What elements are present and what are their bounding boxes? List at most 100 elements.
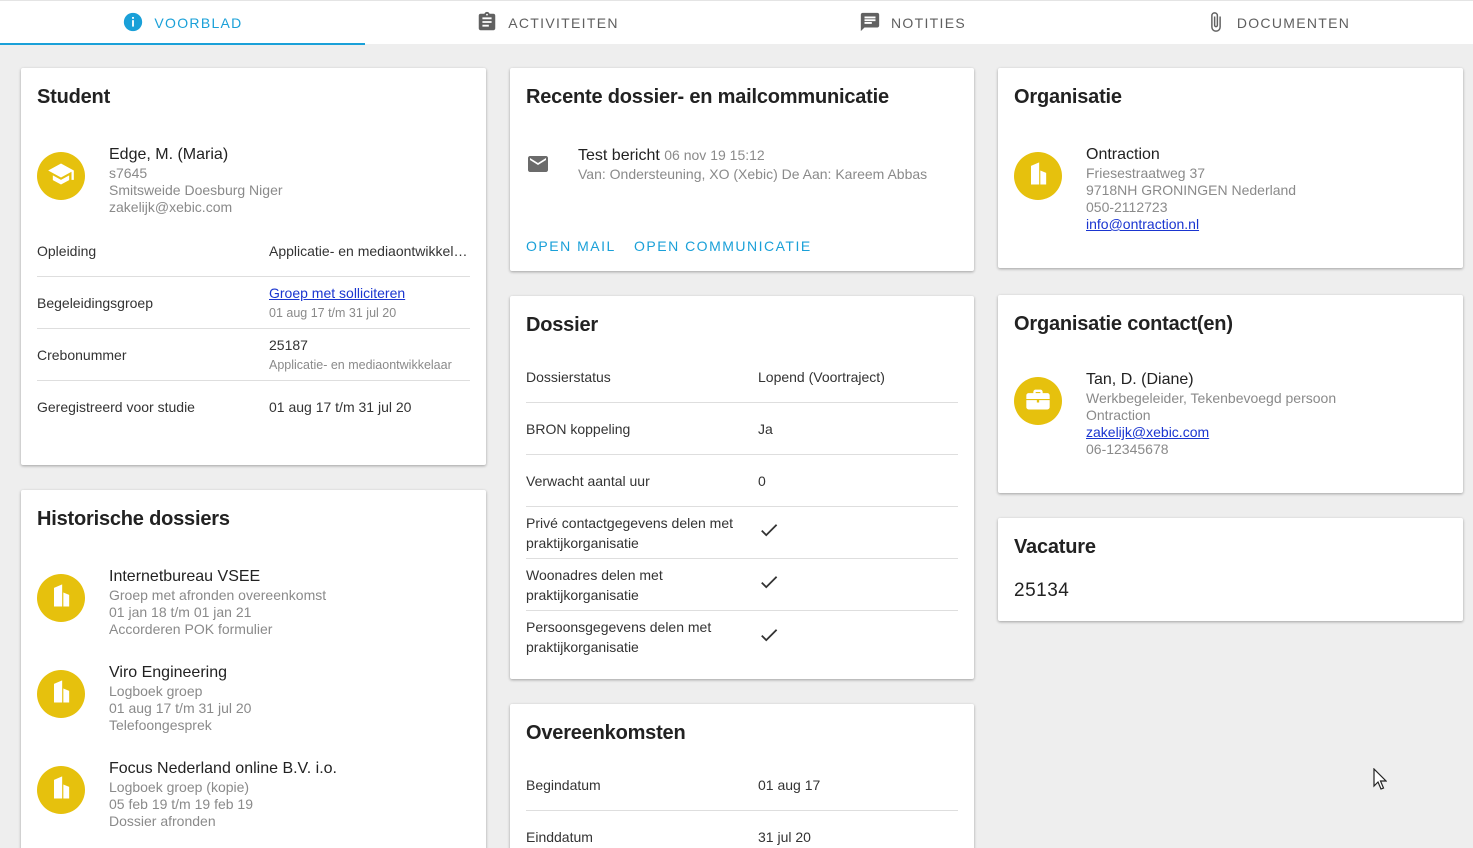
card-title: Student	[37, 86, 111, 108]
graduation-cap-icon	[47, 160, 75, 193]
card-title: Overeenkomsten	[526, 722, 686, 744]
student-row-geregistreerd: Geregistreerd voor studie 01 aug 17 t/m …	[37, 381, 470, 433]
organisation-info: Ontraction Friesestraatweg 37 9718NH GRO…	[1086, 145, 1296, 233]
dossier-card: Dossier Dossierstatus Lopend (Voortrajec…	[510, 296, 974, 679]
row-label: Verwacht aantal uur	[526, 472, 650, 489]
student-card: Student Edge, M. (Maria) s7645 Smitsweid…	[21, 68, 486, 465]
dossier-row-persoonsgegevens: Persoonsgegevens delen met praktijkorgan…	[526, 611, 958, 663]
agreement-row-begindatum: Begindatum 01 aug 17	[526, 759, 958, 811]
agreements-card: Overeenkomsten Begindatum 01 aug 17 Eind…	[510, 704, 974, 848]
history-line: Telefoongesprek	[109, 717, 212, 733]
student-row-crebonummer: Crebonummer 25187 Applicatie- en mediaon…	[37, 329, 470, 381]
row-label: Einddatum	[526, 829, 593, 845]
message-date: 06 nov 19 15:12	[664, 147, 765, 163]
history-avatar[interactable]	[37, 574, 85, 622]
row-value: Groep met solliciteren 01 aug 17 t/m 31 …	[269, 283, 470, 323]
paperclip-icon	[1205, 11, 1227, 36]
organisation-email-link[interactable]: info@ontraction.nl	[1086, 216, 1199, 232]
info-icon	[122, 11, 144, 36]
history-line: 01 aug 17 t/m 31 jul 20	[109, 700, 252, 716]
row-value: Ja	[758, 420, 773, 437]
student-avatar	[37, 152, 85, 200]
row-label: Persoonsgegevens delen met praktijkorgan…	[526, 619, 712, 655]
card-title: Organisatie contact(en)	[1014, 313, 1233, 335]
history-item[interactable]: Internetbureau VSEE Groep met afronden o…	[109, 567, 326, 638]
crebo-number: 25187	[269, 336, 308, 353]
row-label: Crebonummer	[37, 346, 127, 363]
row-label: Geregistreerd voor studie	[37, 399, 195, 415]
vacancy-card: Vacature 25134	[998, 518, 1463, 621]
message-item[interactable]: Test bericht 06 nov 19 15:12 Van: Onders…	[578, 145, 927, 183]
history-line: 05 feb 19 t/m 19 feb 19	[109, 796, 253, 812]
row-label: BRON koppeling	[526, 420, 631, 437]
message-from: Van: Ondersteuning, XO (Xebic) De Aan: K…	[578, 166, 928, 182]
dossier-row-woonadres: Woonadres delen met praktijkorganisatie	[526, 559, 958, 611]
tab-notities[interactable]: Notities	[730, 1, 1095, 45]
mouse-cursor-icon	[1373, 767, 1388, 795]
student-row-begeleidingsgroep: Begeleidingsgroep Groep met solliciteren…	[37, 277, 470, 329]
row-label: Woonadres delen met praktijkorganisatie	[526, 566, 663, 603]
check-icon	[758, 571, 958, 598]
row-value: 25187 Applicatie- en mediaontwikkelaar	[269, 335, 470, 375]
history-line: Accorderen POK formulier	[109, 621, 273, 637]
row-sub: Applicatie- en mediaontwikkelaar	[269, 357, 452, 372]
history-line: Groep met afronden overeenkomst	[109, 587, 327, 603]
tab-label: Documenten	[1236, 15, 1351, 31]
contact-name: Tan, D. (Diane)	[1086, 371, 1194, 388]
card-title: Historische dossiers	[37, 508, 230, 530]
student-address: Smitsweide Doesburg Niger	[109, 182, 283, 198]
contact-email-link[interactable]: zakelijk@xebic.com	[1086, 424, 1209, 440]
contact-role: Werkbegeleider, Tekenbevoegd persoon	[1086, 390, 1337, 406]
card-title: Dossier	[526, 314, 598, 336]
student-info: Edge, M. (Maria) s7645 Smitsweide Doesbu…	[109, 145, 283, 216]
contact-card: Organisatie contact(en) Tan, D. (Diane) …	[998, 295, 1463, 493]
building-icon	[47, 582, 75, 615]
organisation-city: 9718NH GRONINGEN Nederland	[1086, 182, 1297, 198]
open-communicatie-button[interactable]: Open communicatie	[634, 238, 812, 254]
mail-icon	[526, 152, 550, 181]
history-avatar[interactable]	[37, 670, 85, 718]
building-icon	[1024, 160, 1052, 193]
row-value: Lopend (Voortraject)	[758, 368, 885, 385]
group-link[interactable]: Groep met solliciteren	[269, 285, 405, 301]
tab-label: Notities	[891, 15, 966, 31]
notes-icon	[859, 11, 881, 36]
history-name: Focus Nederland online B.V. i.o.	[109, 760, 337, 777]
check-icon	[758, 519, 958, 546]
history-line: Logboek groep (kopie)	[109, 779, 250, 795]
message-subject: Test bericht	[578, 147, 660, 164]
history-line: Dossier afronden	[109, 813, 216, 829]
clipboard-icon	[476, 11, 498, 36]
history-line: Logboek groep	[109, 683, 203, 699]
contact-avatar	[1014, 377, 1062, 425]
dossier-row-uren: Verwacht aantal uur 0	[526, 455, 958, 507]
history-avatar[interactable]	[37, 766, 85, 814]
history-name: Internetbureau VSEE	[109, 568, 261, 585]
row-label: Begeleidingsgroep	[37, 294, 153, 311]
card-title: Vacature	[1014, 536, 1096, 558]
history-name: Viro Engineering	[109, 664, 228, 681]
open-mail-button[interactable]: Open mail	[526, 238, 616, 254]
student-number: s7645	[109, 165, 148, 181]
tab-voorblad[interactable]: Voorblad	[0, 1, 365, 45]
student-row-opleiding: Opleiding Applicatie- en mediaontwikkela…	[37, 225, 470, 277]
building-icon	[47, 678, 75, 711]
tab-bar: Voorblad Activiteiten Notities Documente…	[0, 0, 1473, 45]
row-value: 0	[758, 472, 766, 489]
history-line: 01 jan 18 t/m 01 jan 21	[109, 604, 252, 620]
agreement-row-einddatum: Einddatum 31 jul 20	[526, 811, 958, 848]
organisation-phone: 050-2112723	[1086, 199, 1168, 215]
tab-activiteiten[interactable]: Activiteiten	[365, 1, 730, 45]
check-icon	[758, 624, 958, 651]
card-title: Recente dossier- en mailcommunicatie	[526, 86, 889, 108]
contact-info: Tan, D. (Diane) Werkbegeleider, Tekenbev…	[1086, 370, 1336, 458]
communication-card: Recente dossier- en mailcommunicatie Tes…	[510, 68, 974, 271]
history-item[interactable]: Focus Nederland online B.V. i.o. Logboek…	[109, 759, 337, 830]
history-item[interactable]: Viro Engineering Logboek groep 01 aug 17…	[109, 663, 251, 734]
vacancy-number: 25134	[1014, 580, 1070, 601]
tab-documenten[interactable]: Documenten	[1095, 1, 1460, 45]
row-value: 31 jul 20	[758, 829, 811, 845]
dossier-row-prive-contact: Privé contactgegevens delen met praktijk…	[526, 507, 958, 559]
card-title: Organisatie	[1014, 86, 1122, 108]
row-value: 01 aug 17	[758, 776, 821, 793]
